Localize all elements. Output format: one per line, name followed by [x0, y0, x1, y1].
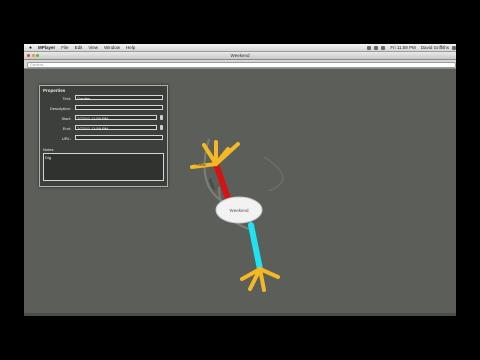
volume-icon[interactable]	[374, 45, 379, 50]
menu-clock[interactable]: Fri 11:59 PM	[390, 45, 415, 50]
start-field[interactable]: 7/22/11 11:59 PM	[75, 115, 157, 121]
search-input[interactable]: Gardens	[27, 61, 456, 68]
desktop-screen: ● MPlayer File Edit View Window Help Fri…	[24, 44, 456, 316]
battery-icon[interactable]	[381, 45, 386, 50]
notes-field[interactable]: Dig	[43, 153, 164, 181]
center-node-label: Weekend	[230, 208, 249, 213]
properties-title: Properties	[43, 88, 66, 93]
start-stepper[interactable]	[160, 115, 163, 120]
mindmap-canvas[interactable]: Weekend Garden Plants Properties Text: G…	[24, 69, 456, 316]
bottom-branch[interactable]	[248, 222, 263, 272]
url-field[interactable]	[75, 135, 163, 140]
text-label: Text:	[62, 96, 71, 101]
menu-file[interactable]: File	[61, 45, 68, 50]
text-field[interactable]: Garden	[75, 95, 163, 101]
start-label: Start:	[61, 116, 71, 121]
apple-menu-icon[interactable]: ●	[29, 45, 32, 51]
spotlight-icon[interactable]	[452, 45, 456, 50]
menu-help[interactable]: Help	[126, 45, 135, 50]
bottom-leaf-cluster[interactable]	[240, 267, 280, 292]
window-title: Weekend	[230, 53, 250, 58]
end-stepper[interactable]	[160, 125, 163, 130]
url-label: URL:	[61, 136, 71, 141]
menu-app-name[interactable]: MPlayer	[38, 45, 55, 50]
bottom-bar	[24, 313, 456, 316]
window-titlebar[interactable]: Weekend	[24, 52, 456, 60]
menu-window[interactable]: Window	[104, 45, 120, 50]
notes-label: Notes	[43, 147, 54, 152]
end-field[interactable]: 7/22/11 11:59 PM	[75, 125, 157, 131]
end-label: End:	[62, 126, 71, 131]
menu-extras: Fri 11:59 PM David Griffiths	[364, 45, 456, 50]
menu-view[interactable]: View	[88, 45, 98, 50]
top-leaf-label: Plants	[196, 163, 206, 167]
menu-user[interactable]: David Griffiths	[421, 45, 449, 50]
toolbar: Gardens	[24, 60, 456, 69]
menu-bar: ● MPlayer File Edit View Window Help Fri…	[24, 44, 456, 52]
wifi-icon[interactable]	[367, 45, 372, 50]
description-field[interactable]	[75, 105, 163, 110]
menu-edit[interactable]: Edit	[75, 45, 83, 50]
properties-panel: Properties Text: Garden Description: Sta…	[39, 85, 168, 187]
description-label: Description:	[49, 106, 71, 111]
connector-curve	[263, 156, 284, 192]
